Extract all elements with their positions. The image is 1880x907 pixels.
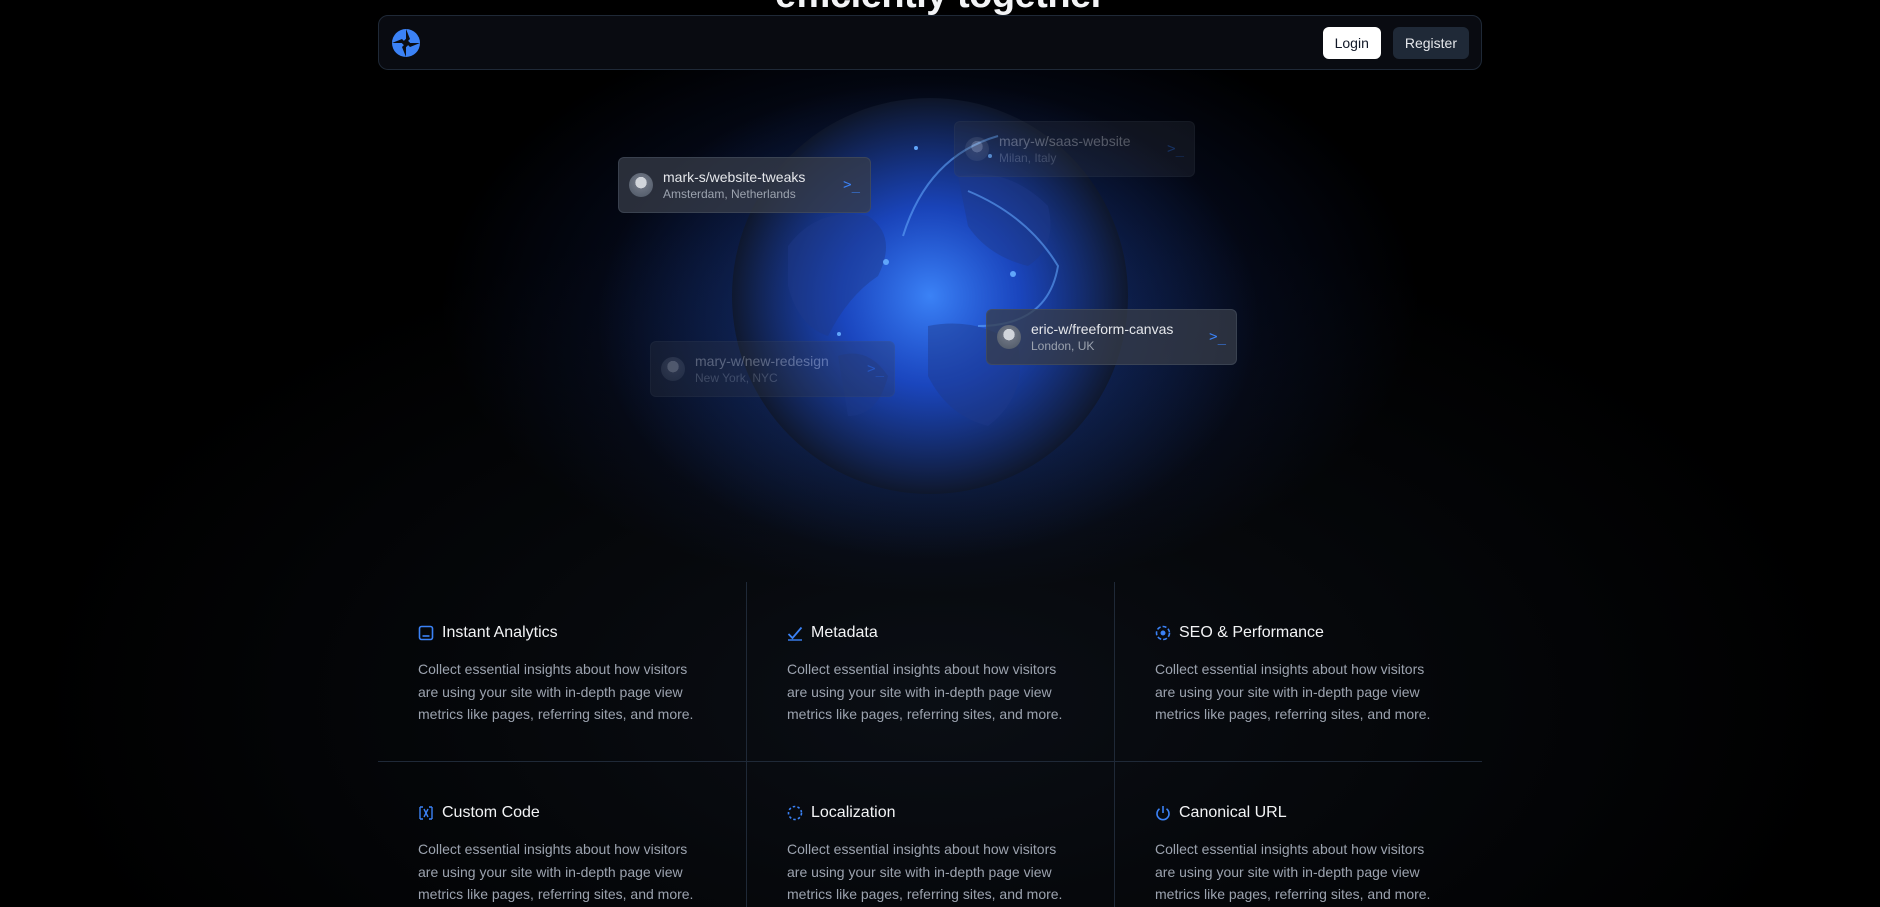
login-button[interactable]: Login bbox=[1322, 26, 1381, 59]
code-brackets-icon bbox=[418, 805, 434, 821]
collaborator-card[interactable]: mark-s/website-tweaks Amsterdam, Netherl… bbox=[618, 157, 871, 213]
terminal-icon: >_ bbox=[843, 177, 860, 193]
features-row: Instant Analytics Collect essential insi… bbox=[378, 582, 1482, 761]
feature-title: SEO & Performance bbox=[1179, 624, 1324, 641]
collaborator-card[interactable]: eric-w/freeform-canvas London, UK >_ bbox=[986, 309, 1237, 365]
feature-description: Collect essential insights about how vis… bbox=[1155, 841, 1431, 902]
analytics-icon bbox=[418, 625, 434, 641]
check-icon bbox=[787, 625, 803, 641]
feature-canonical-url: Canonical URL Collect essential insights… bbox=[1114, 762, 1482, 907]
feature-localization: Localization Collect essential insights … bbox=[746, 762, 1114, 907]
terminal-icon: >_ bbox=[1209, 329, 1226, 345]
collaborator-repo: mary-w/saas-website bbox=[999, 133, 1131, 149]
feature-description: Collect essential insights about how vis… bbox=[1155, 661, 1431, 722]
nav-actions: Login Register bbox=[1322, 26, 1469, 59]
collaborator-location: London, UK bbox=[1031, 339, 1095, 353]
feature-description: Collect essential insights about how vis… bbox=[418, 661, 694, 722]
collaborator-repo: mark-s/website-tweaks bbox=[663, 169, 806, 185]
feature-description: Collect essential insights about how vis… bbox=[418, 841, 694, 902]
feature-metadata: Metadata Collect essential insights abou… bbox=[746, 582, 1114, 761]
collaborator-repo: eric-w/freeform-canvas bbox=[1031, 321, 1174, 337]
collaborator-repo: mary-w/new-redesign bbox=[695, 353, 829, 369]
feature-title: Canonical URL bbox=[1179, 804, 1287, 821]
aperture-logo-icon[interactable] bbox=[391, 28, 421, 58]
register-button[interactable]: Register bbox=[1392, 26, 1469, 59]
collaborator-location: Amsterdam, Netherlands bbox=[663, 187, 796, 201]
power-icon bbox=[1155, 805, 1171, 821]
feature-title: Custom Code bbox=[442, 804, 540, 821]
features-row: Custom Code Collect essential insights a… bbox=[378, 761, 1482, 907]
terminal-icon: >_ bbox=[1167, 141, 1184, 157]
feature-seo-performance: SEO & Performance Collect essential insi… bbox=[1114, 582, 1482, 761]
avatar bbox=[997, 325, 1021, 349]
feature-title: Metadata bbox=[811, 624, 878, 641]
feature-title: Instant Analytics bbox=[442, 624, 558, 641]
navbar: Login Register bbox=[378, 15, 1482, 70]
feature-title: Localization bbox=[811, 804, 896, 821]
avatar bbox=[965, 137, 989, 161]
terminal-icon: >_ bbox=[867, 361, 884, 377]
collaborator-location: New York, NYC bbox=[695, 371, 778, 385]
feature-description: Collect essential insights about how vis… bbox=[787, 661, 1063, 722]
feature-instant-analytics: Instant Analytics Collect essential insi… bbox=[378, 582, 746, 761]
collaborator-card[interactable]: mary-w/saas-website Milan, Italy >_ bbox=[954, 121, 1195, 177]
collaborator-card[interactable]: mary-w/new-redesign New York, NYC >_ bbox=[650, 341, 895, 397]
features-grid: Instant Analytics Collect essential insi… bbox=[378, 582, 1482, 907]
target-icon bbox=[1155, 625, 1171, 641]
dashed-circle-icon bbox=[787, 805, 803, 821]
feature-custom-code: Custom Code Collect essential insights a… bbox=[378, 762, 746, 907]
avatar bbox=[629, 173, 653, 197]
avatar bbox=[661, 357, 685, 381]
collaborator-location: Milan, Italy bbox=[999, 151, 1057, 165]
feature-description: Collect essential insights about how vis… bbox=[787, 841, 1063, 902]
